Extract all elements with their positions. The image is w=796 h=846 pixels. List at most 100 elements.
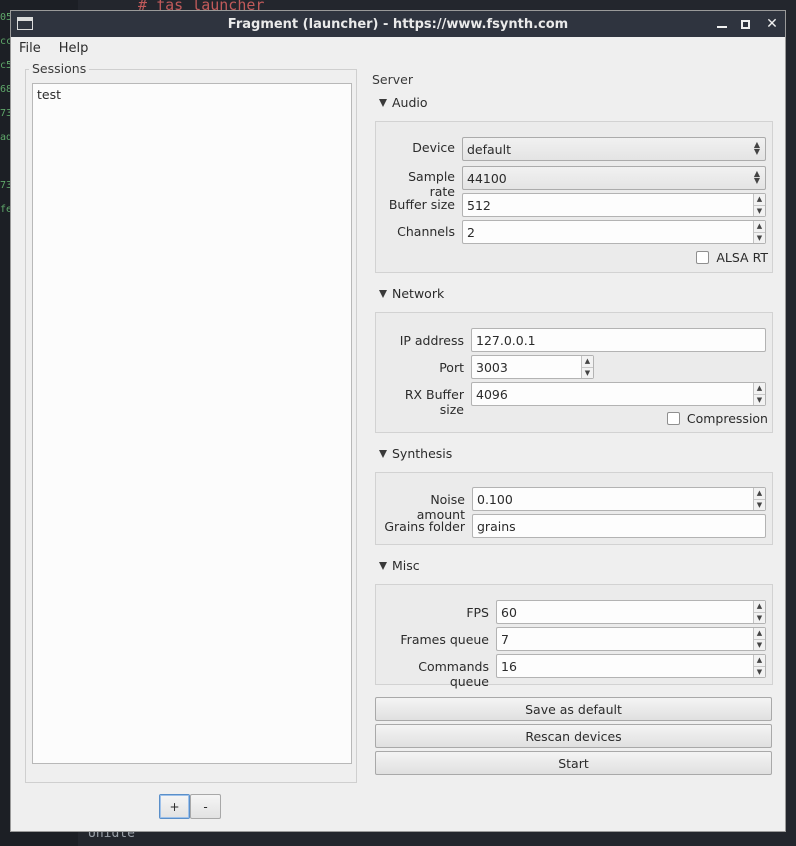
- checkbox-box[interactable]: [696, 251, 710, 264]
- sessions-list[interactable]: test: [32, 83, 352, 764]
- title-bar[interactable]: Fragment (launcher) - https://www.fsynth…: [11, 11, 785, 37]
- buffer-size-label: Buffer size: [388, 197, 455, 212]
- synthesis-section-title: Synthesis: [392, 446, 453, 461]
- network-section-toggle[interactable]: Network: [379, 286, 444, 301]
- frames-queue-value: 7: [501, 631, 509, 647]
- network-panel: IP address 127.0.0.1 Port 3003 ▲ ▼ RX Buf…: [375, 312, 773, 433]
- spin-buttons[interactable]: ▲ ▼: [581, 356, 593, 378]
- frames-queue-label: Frames queue: [400, 632, 489, 647]
- compression-checkbox[interactable]: Compression: [666, 411, 768, 426]
- port-label: Port: [439, 360, 464, 375]
- sessions-title: Sessions: [29, 61, 90, 76]
- audio-section-toggle[interactable]: Audio: [379, 95, 428, 110]
- launcher-window: Fragment (launcher) - https://www.fsynth…: [10, 10, 786, 832]
- menu-file[interactable]: File: [19, 41, 41, 56]
- spin-buttons[interactable]: ▲ ▼: [753, 655, 765, 677]
- misc-section-title: Misc: [392, 558, 420, 573]
- collapse-triangle-icon: [379, 561, 387, 570]
- close-button[interactable]: ✕: [765, 17, 779, 31]
- list-item[interactable]: test: [33, 84, 351, 105]
- save-as-default-button[interactable]: Save as default: [375, 697, 772, 721]
- synthesis-panel: Noise amount 0.100 ▲ ▼ Grains folder grai…: [375, 472, 773, 545]
- rescan-devices-button[interactable]: Rescan devices: [375, 724, 772, 748]
- add-session-button[interactable]: +: [159, 794, 190, 819]
- spin-down-icon[interactable]: ▼: [754, 613, 765, 624]
- compression-label: Compression: [686, 411, 768, 426]
- server-title: Server: [372, 72, 413, 87]
- spin-buttons[interactable]: ▲ ▼: [753, 383, 765, 405]
- commands-queue-spinbox[interactable]: 16 ▲ ▼: [496, 654, 766, 678]
- synthesis-section-toggle[interactable]: Synthesis: [379, 446, 452, 461]
- spin-buttons[interactable]: ▲ ▼: [753, 194, 765, 216]
- spin-down-icon[interactable]: ▼: [754, 395, 765, 406]
- spin-up-icon[interactable]: ▲: [754, 601, 765, 613]
- fps-spinbox[interactable]: 60 ▲ ▼: [496, 600, 766, 624]
- rx-buffer-value: 4096: [476, 386, 508, 402]
- spin-up-icon[interactable]: ▲: [582, 356, 593, 368]
- spin-down-icon[interactable]: ▼: [754, 233, 765, 244]
- misc-panel: FPS 60 ▲ ▼ Frames queue 7 ▲ ▼ Commands que…: [375, 584, 773, 689]
- channels-spinbox[interactable]: 2 ▲ ▼: [462, 220, 766, 244]
- port-spinbox[interactable]: 3003 ▲ ▼: [471, 355, 594, 379]
- collapse-triangle-icon: [379, 289, 387, 298]
- commands-queue-value: 16: [501, 658, 517, 674]
- buffer-size-value: 512: [467, 197, 491, 213]
- maximize-button[interactable]: [741, 19, 755, 29]
- samplerate-label: Sample rate: [408, 169, 455, 199]
- channels-value: 2: [467, 224, 475, 240]
- ip-address-value: 127.0.0.1: [476, 332, 536, 348]
- device-select[interactable]: default ▲ ▼: [462, 137, 766, 161]
- spin-down-icon[interactable]: ▼: [754, 667, 765, 678]
- spin-down-icon[interactable]: ▼: [582, 368, 593, 379]
- spin-buttons[interactable]: ▲ ▼: [753, 601, 765, 623]
- spin-up-icon[interactable]: ▲: [754, 488, 765, 500]
- grains-folder-value: grains: [477, 518, 516, 534]
- alsa-rt-label: ALSA RT: [716, 250, 768, 265]
- collapse-triangle-icon: [379, 449, 387, 458]
- spin-buttons[interactable]: ▲ ▼: [753, 628, 765, 650]
- spin-down-icon[interactable]: ▼: [754, 206, 765, 217]
- spin-up-icon[interactable]: ▲: [754, 194, 765, 206]
- menu-bar: File Help: [11, 37, 785, 59]
- device-value: default: [467, 141, 511, 157]
- grains-folder-label: Grains folder: [384, 519, 465, 534]
- noise-amount-value: 0.100: [477, 491, 513, 507]
- ip-address-label: IP address: [399, 333, 464, 348]
- spin-buttons[interactable]: ▲ ▼: [753, 488, 765, 510]
- collapse-triangle-icon: [379, 98, 387, 107]
- audio-section-title: Audio: [392, 95, 428, 110]
- alsa-rt-checkbox[interactable]: ALSA RT: [696, 250, 768, 265]
- grains-folder-input[interactable]: grains: [472, 514, 766, 538]
- spin-up-icon[interactable]: ▲: [754, 628, 765, 640]
- samplerate-value: 44100: [467, 170, 507, 186]
- window-title: Fragment (launcher) - https://www.fsynth…: [227, 16, 569, 32]
- fps-label: FPS: [466, 605, 489, 620]
- combo-arrows-icon: ▲ ▼: [753, 169, 760, 185]
- remove-session-button[interactable]: -: [190, 794, 221, 819]
- minimize-icon: [717, 26, 727, 28]
- start-button[interactable]: Start: [375, 751, 772, 775]
- misc-section-toggle[interactable]: Misc: [379, 558, 420, 573]
- noise-amount-spinbox[interactable]: 0.100 ▲ ▼: [472, 487, 766, 511]
- maximize-icon: [741, 19, 750, 29]
- minimize-button[interactable]: [717, 20, 731, 28]
- rx-buffer-spinbox[interactable]: 4096 ▲ ▼: [471, 382, 766, 406]
- ip-address-input[interactable]: 127.0.0.1: [471, 328, 766, 352]
- spin-up-icon[interactable]: ▲: [754, 221, 765, 233]
- spin-up-icon[interactable]: ▲: [754, 655, 765, 667]
- commands-queue-label: Commands queue: [418, 659, 489, 689]
- fps-value: 60: [501, 604, 517, 620]
- spin-buttons[interactable]: ▲ ▼: [753, 221, 765, 243]
- spin-down-icon[interactable]: ▼: [754, 640, 765, 651]
- buffer-size-spinbox[interactable]: 512 ▲ ▼: [462, 193, 766, 217]
- checkbox-box[interactable]: [666, 412, 680, 425]
- frames-queue-spinbox[interactable]: 7 ▲ ▼: [496, 627, 766, 651]
- device-label: Device: [412, 140, 455, 155]
- spin-down-icon[interactable]: ▼: [754, 500, 765, 511]
- samplerate-select[interactable]: 44100 ▲ ▼: [462, 166, 766, 190]
- menu-help[interactable]: Help: [59, 41, 89, 56]
- spin-up-icon[interactable]: ▲: [754, 383, 765, 395]
- network-section-title: Network: [392, 286, 445, 301]
- app-window-icon: [17, 17, 33, 30]
- port-value: 3003: [476, 359, 508, 375]
